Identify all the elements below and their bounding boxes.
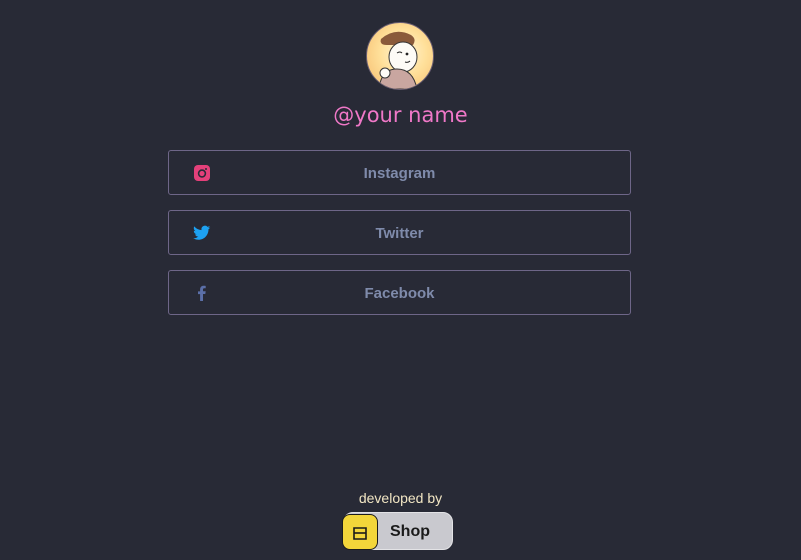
twitter-link-button[interactable]: Twitter: [168, 210, 631, 255]
twitter-label: Twitter: [375, 225, 424, 242]
developed-by-text: developed by: [358, 490, 443, 506]
avatar-illustration: [378, 31, 418, 89]
linktree-page: @your name Instagram Twitter Facebook de…: [0, 0, 801, 560]
shop-button[interactable]: Shop: [342, 512, 453, 550]
instagram-label: Instagram: [363, 165, 436, 182]
facebook-link-button[interactable]: Facebook: [168, 270, 631, 315]
shop-label: Shop: [390, 523, 430, 540]
profile-username: @your name: [333, 103, 468, 127]
facebook-label: Facebook: [364, 285, 435, 302]
shop-bag-icon: [342, 514, 378, 550]
instagram-link-button[interactable]: Instagram: [168, 150, 631, 195]
avatar: [366, 22, 434, 90]
